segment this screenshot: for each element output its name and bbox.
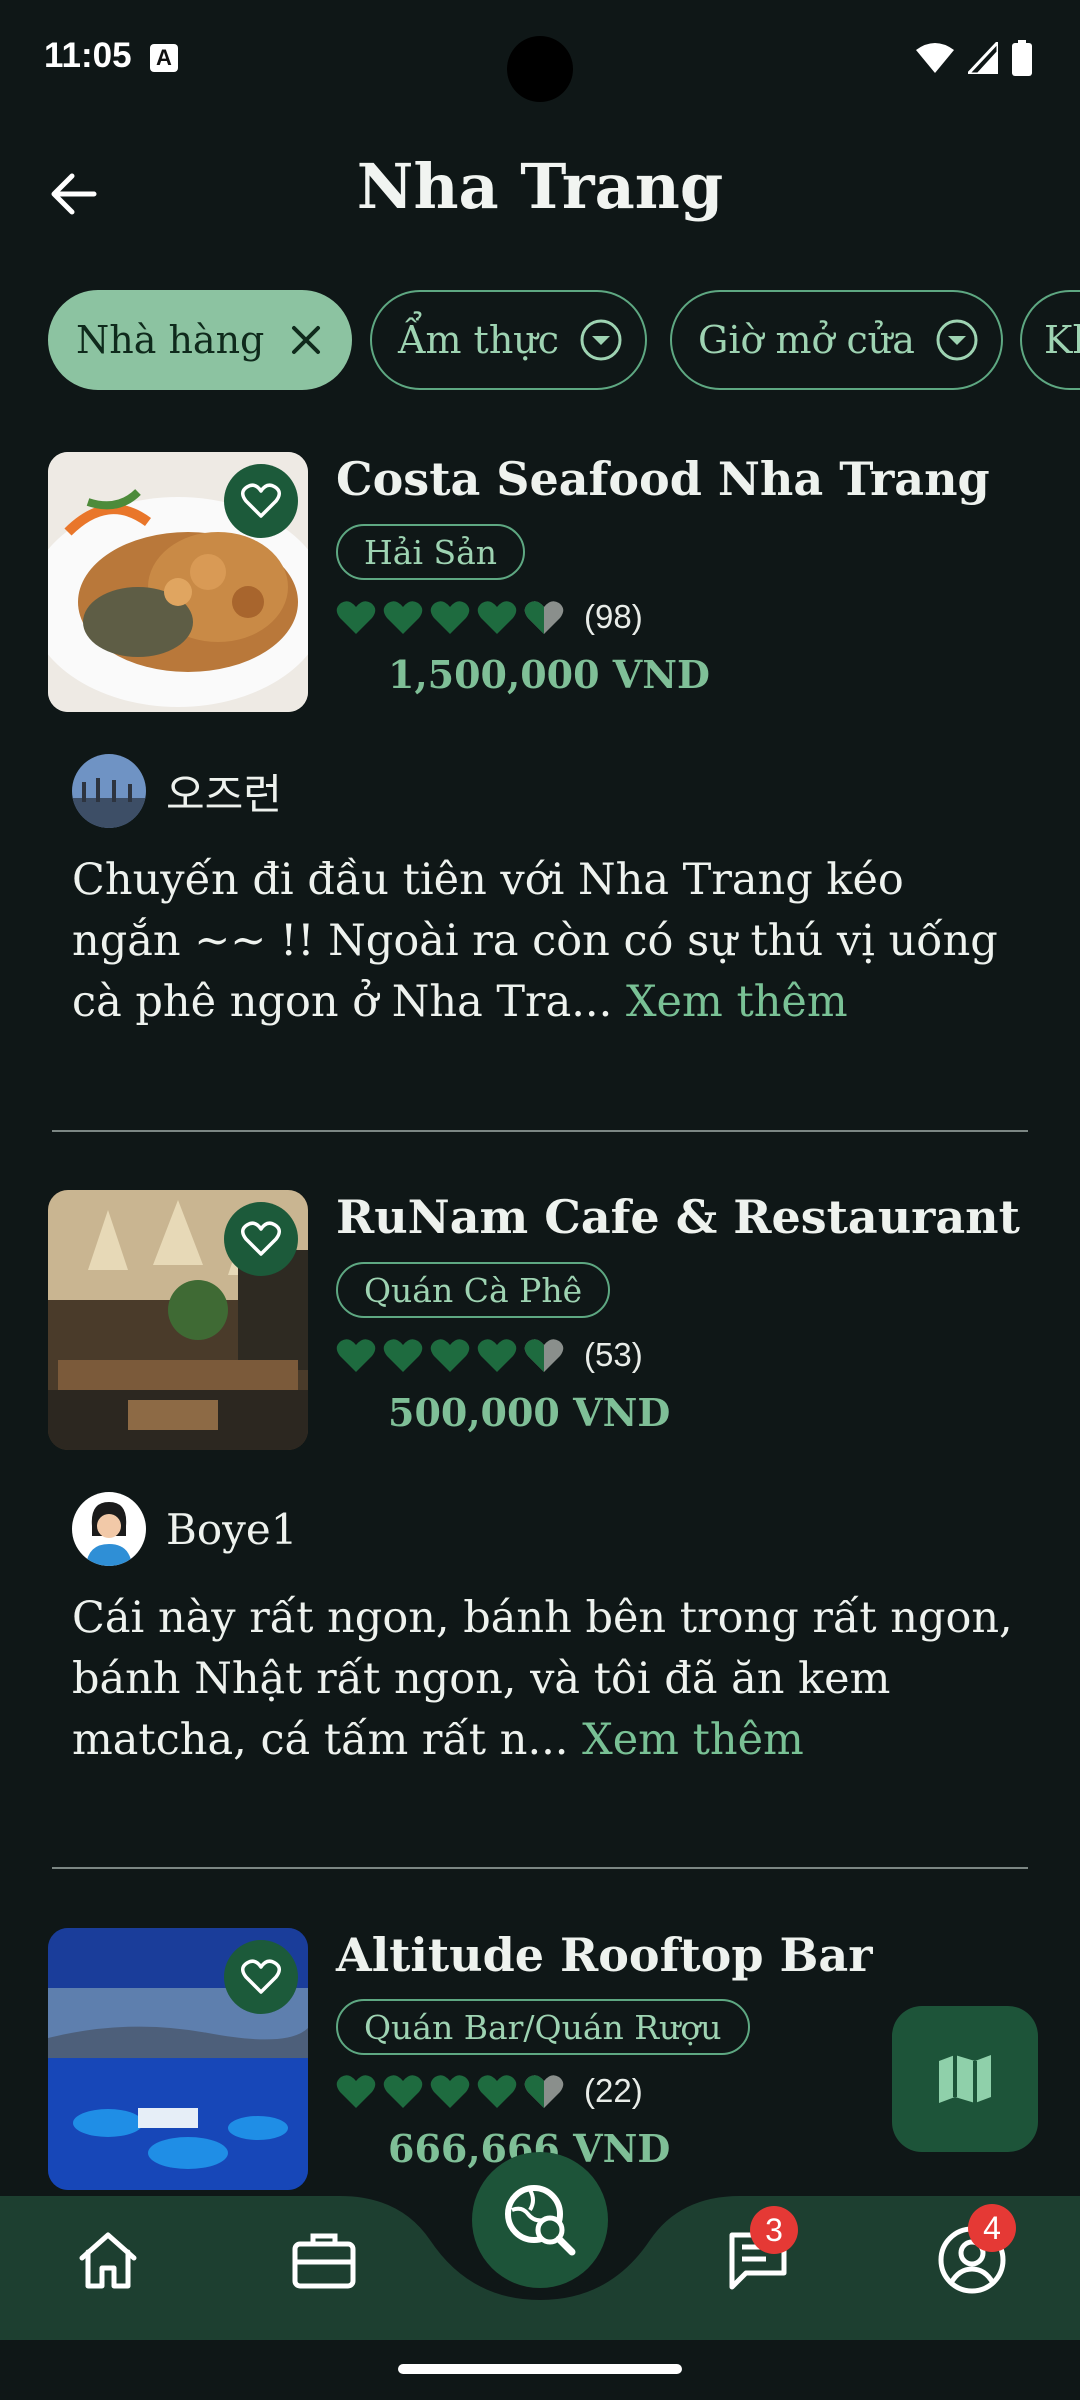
message-badge: 3 xyxy=(750,2206,798,2254)
heart-icon xyxy=(241,1221,281,1256)
review-count: (98) xyxy=(584,598,643,635)
avatar xyxy=(72,1492,146,1566)
rating-heart xyxy=(336,2075,376,2108)
rating-row: (22) xyxy=(336,2066,643,2116)
filter-chip-restaurant[interactable]: Nhà hàng xyxy=(48,290,353,390)
rating-heart xyxy=(524,601,564,634)
rating-heart xyxy=(477,2075,517,2108)
favorite-button[interactable] xyxy=(224,1202,298,1276)
reviewer[interactable]: 오즈런 xyxy=(72,754,282,828)
filter-chip-cuisine[interactable]: Ẩm thực xyxy=(370,290,648,390)
see-more-link[interactable]: Xem thêm xyxy=(626,977,848,1027)
rating-heart xyxy=(477,1339,517,1372)
review-text: Chuyến đi đầu tiên với Nha Trang kéo ngắ… xyxy=(72,855,998,1027)
wifi-icon xyxy=(916,43,954,73)
briefcase-icon xyxy=(292,2233,356,2289)
rating-heart xyxy=(336,1339,376,1372)
reviewer-name: Boye1 xyxy=(166,1504,298,1554)
review-count: (22) xyxy=(584,2072,643,2109)
rating-heart xyxy=(477,601,517,634)
rating-hearts xyxy=(336,1339,564,1372)
close-icon[interactable] xyxy=(284,318,328,362)
rating-row: (53) xyxy=(336,1330,643,1380)
restaurant-name[interactable]: Altitude Rooftop Bar xyxy=(336,1928,872,1982)
status-time: 11:05 xyxy=(44,36,132,75)
category-tag: Quán Bar/Quán Rượu xyxy=(336,1999,750,2055)
chip-label: Ẩm thực xyxy=(398,318,560,362)
chip-label: Giờ mở cửa xyxy=(698,318,915,362)
gesture-handle xyxy=(398,2364,682,2374)
nav-explore[interactable] xyxy=(472,2152,608,2288)
chip-label: Nhà hàng xyxy=(76,318,265,362)
rating-heart xyxy=(430,2075,470,2108)
status-icons xyxy=(916,40,1032,76)
category-tag: Hải Sản xyxy=(336,524,526,580)
restaurant-image[interactable] xyxy=(48,1190,308,1450)
rating-heart xyxy=(383,1339,423,1372)
chevron-down-circle-icon xyxy=(935,318,979,362)
battery-icon xyxy=(1012,40,1032,76)
divider xyxy=(52,1130,1028,1132)
favorite-button[interactable] xyxy=(224,1940,298,2014)
rating-heart xyxy=(524,2075,564,2108)
review-count: (53) xyxy=(584,1336,643,1373)
map-icon xyxy=(939,2055,991,2103)
divider xyxy=(52,1867,1028,1869)
camera-cutout xyxy=(507,36,573,102)
restaurant-name[interactable]: RuNam Cafe & Restaurant xyxy=(336,1190,1020,1244)
filter-chip-opening-hours[interactable]: Giờ mở cửa xyxy=(670,290,1003,390)
price: 500,000 VND xyxy=(388,1390,671,1435)
rating-hearts xyxy=(336,601,564,634)
avatar xyxy=(72,754,146,828)
heart-icon xyxy=(241,483,281,518)
map-view-button[interactable] xyxy=(892,2006,1038,2152)
review-text: Cái này rất ngon, bánh bên trong rất ngo… xyxy=(72,1593,1013,1765)
rating-heart xyxy=(336,601,376,634)
home-icon xyxy=(79,2232,137,2289)
profile-badge: 4 xyxy=(968,2204,1016,2252)
rating-heart xyxy=(430,1339,470,1372)
review-text-container: Chuyến đi đầu tiên với Nha Trang kéo ngắ… xyxy=(72,850,1022,1033)
reviewer-name: 오즈런 xyxy=(166,769,282,819)
rating-hearts xyxy=(336,2075,564,2108)
nav-home[interactable] xyxy=(58,2210,158,2310)
chevron-down-circle-icon xyxy=(579,318,623,362)
rating-heart xyxy=(524,1339,564,1372)
review-text-container: Cái này rất ngon, bánh bên trong rất ngo… xyxy=(72,1588,1022,1771)
reviewer[interactable]: Boye1 xyxy=(72,1492,297,1566)
chip-label: Kh xyxy=(1044,318,1080,362)
favorite-button[interactable] xyxy=(224,464,298,538)
filter-chip-more[interactable]: Kh xyxy=(1020,290,1080,390)
nav-trips[interactable] xyxy=(274,2210,374,2310)
price: 1,500,000 VND xyxy=(388,652,710,697)
page-title: Nha Trang xyxy=(356,150,724,223)
rating-heart xyxy=(383,601,423,634)
rating-heart xyxy=(430,601,470,634)
category-tag: Quán Cà Phê xyxy=(336,1262,611,1318)
signal-icon xyxy=(968,42,998,74)
heart-icon xyxy=(241,1959,281,1994)
restaurant-name[interactable]: Costa Seafood Nha Trang xyxy=(336,452,990,506)
see-more-link[interactable]: Xem thêm xyxy=(582,1715,804,1765)
restaurant-image[interactable] xyxy=(48,452,308,712)
notification-indicator: A xyxy=(150,44,178,72)
rating-heart xyxy=(383,2075,423,2108)
nav-profile[interactable]: 4 xyxy=(922,2204,1022,2310)
rating-row: (98) xyxy=(336,592,643,642)
search-map-icon xyxy=(505,2185,576,2256)
nav-messages[interactable]: 3 xyxy=(708,2206,808,2310)
